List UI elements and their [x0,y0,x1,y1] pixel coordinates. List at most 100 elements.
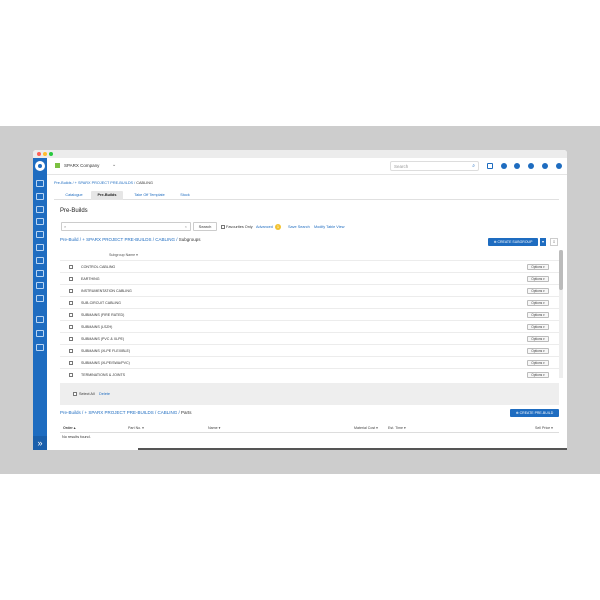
tab-stock[interactable]: Stock [174,191,196,200]
catalogue-icon[interactable] [36,270,44,277]
filter-search-input[interactable]: ⌕ × [61,222,191,231]
create-pre-build-button[interactable]: ⊕ CREATE PRE-BUILD [510,409,559,417]
tab-pre-builds[interactable]: Pre-Builds [91,191,123,200]
options-dropdown[interactable]: Options ▾ [527,348,549,354]
table-row[interactable]: CONTROL CABLING Options ▾ [60,260,559,272]
chevron-down-icon[interactable]: ⌄ [112,162,116,168]
advanced-link[interactable]: Advanced [256,225,273,229]
subgroup-name[interactable]: SUBMAINS (XLPE FLEXIBLE) [81,349,130,353]
calendar-icon[interactable] [36,244,44,251]
subgroup-name[interactable]: TERMINATIONS & JOINTS [81,373,125,377]
notifications-icon[interactable] [501,163,507,169]
table-row[interactable]: EARTHING Options ▾ [60,272,559,284]
table-row[interactable]: SUBMAINS (LSZH) Options ▾ [60,320,559,332]
dashboard-icon[interactable] [36,180,44,187]
subgroup-name[interactable]: SUB-CIRCUIT CABLING [81,301,121,305]
subgroup-name[interactable]: SUBMAINS (LSZH) [81,325,112,329]
options-dropdown[interactable]: Options ▾ [527,312,549,318]
global-search-input[interactable]: Search ⌕ [390,161,479,171]
row-checkbox[interactable] [69,277,73,281]
notes-icon[interactable] [487,163,493,169]
row-checkbox[interactable] [69,289,73,293]
clear-icon[interactable]: × [185,224,187,229]
search-button[interactable]: Search [193,222,217,231]
table-row[interactable]: SUBMAINS (XLPE FLEXIBLE) Options ▾ [60,344,559,356]
table-row[interactable]: INSTRUMENTATION CABLING Options ▾ [60,284,559,296]
options-dropdown[interactable]: Options ▾ [527,336,549,342]
company-name[interactable]: SPARX Company [64,163,99,168]
row-checkbox[interactable] [69,265,73,269]
row-checkbox[interactable] [69,361,73,365]
scrollbar-thumb[interactable] [559,250,563,290]
save-search-link[interactable]: Save Search [288,225,310,229]
users-icon[interactable] [514,163,520,169]
invoice-icon[interactable] [36,282,44,289]
horizontal-scrollbar[interactable] [138,448,567,450]
minimize-window-button[interactable] [43,152,47,156]
chevron-down-icon[interactable]: ▾ [539,238,546,246]
tab-catalogue[interactable]: Catalogue [59,191,89,200]
options-dropdown[interactable]: Options ▾ [527,324,549,330]
parts-path-trail[interactable]: Pre-Builds / + SPARX PROJECT PRE-BUILDS … [60,410,181,415]
options-dropdown[interactable]: Options ▾ [527,276,549,282]
delete-link[interactable]: Delete [99,392,110,396]
order-column[interactable]: Order ▴ [63,426,76,430]
options-dropdown[interactable]: Options ▾ [527,360,549,366]
sell-price-column[interactable]: Sell Price ▾ [535,426,553,430]
subgroup-name[interactable]: SUBMAINS (FIRE RATED) [81,313,124,317]
chart-icon[interactable] [36,344,44,351]
options-dropdown[interactable]: Options ▾ [527,372,549,378]
settings-icon[interactable] [36,330,44,337]
material-cost-column[interactable]: Material Cost ▾ [354,426,378,430]
topbar: SPARX Company ⌄ Search ⌕ [47,158,567,175]
row-checkbox[interactable] [69,349,73,353]
table-row[interactable]: TERMINATIONS & JOINTS Options ▾ [60,368,559,380]
row-checkbox[interactable] [69,373,73,377]
report-icon[interactable] [36,295,44,302]
truck-icon[interactable] [36,231,44,238]
table-row[interactable]: SUBMAINS (XLPE/SWA/PVC) Options ▾ [60,356,559,368]
subgroup-name[interactable]: SUBMAINS (XLPE/SWA/PVC) [81,361,130,365]
row-checkbox[interactable] [69,313,73,317]
expand-sidebar-button[interactable]: » [33,436,47,450]
search-icon: ⌕ [64,224,67,229]
breadcrumb-trail[interactable]: Pre-Builds / + SPARX PROJECT PRE-BUILDS … [54,181,136,185]
est-time-column[interactable]: Est. Time ▾ [388,426,406,430]
options-dropdown[interactable]: Options ▾ [527,300,549,306]
subgroup-name[interactable]: SUBMAINS (PVC & XLPE) [81,337,124,341]
wrench-icon[interactable] [36,218,44,225]
favourites-checkbox[interactable] [221,225,225,229]
row-checkbox[interactable] [69,325,73,329]
row-checkbox[interactable] [69,301,73,305]
row-checkbox[interactable] [69,337,73,341]
table-row[interactable]: SUBMAINS (PVC & XLPE) Options ▾ [60,332,559,344]
subgroup-name[interactable]: CONTROL CABLING [81,265,115,269]
breadcrumb: Pre-Builds / + SPARX PROJECT PRE-BUILDS … [54,181,153,185]
download-icon[interactable]: ⇩ [550,238,558,246]
table-row[interactable]: SUBMAINS (FIRE RATED) Options ▾ [60,308,559,320]
user-avatar-icon[interactable] [556,163,562,169]
box-icon[interactable] [36,257,44,264]
subgroups-path-trail[interactable]: Pre-Build / + SPARX PROJECT PRE-BUILDS /… [60,237,179,242]
search-icon[interactable]: ⌕ [472,163,475,169]
tab-take-off-template[interactable]: Take Off Template [127,191,172,200]
subgroup-name[interactable]: EARTHING [81,277,100,281]
app-logo-icon[interactable] [35,161,45,171]
name-column[interactable]: Name ▾ [208,426,220,430]
create-subgroup-button[interactable]: ⊕ CREATE SUBGROUP [488,238,538,246]
options-dropdown[interactable]: Options ▾ [527,264,549,270]
document-icon[interactable] [36,316,44,323]
subgroup-name-column[interactable]: Subgroup Name ▾ [109,253,138,257]
modify-table-view-link[interactable]: Modify Table View [314,225,344,229]
maximize-window-button[interactable] [49,152,53,156]
close-window-button[interactable] [37,152,41,156]
options-dropdown[interactable]: Options ▾ [527,288,549,294]
tools-icon[interactable] [36,193,44,200]
help-icon[interactable] [528,163,534,169]
clipboard-icon[interactable] [36,206,44,213]
part-no-column[interactable]: Part No. ▾ [128,426,144,430]
gear-icon[interactable] [542,163,548,169]
table-row[interactable]: SUB-CIRCUIT CABLING Options ▾ [60,296,559,308]
subgroup-name[interactable]: INSTRUMENTATION CABLING [81,289,132,293]
select-all-checkbox[interactable] [73,392,77,396]
